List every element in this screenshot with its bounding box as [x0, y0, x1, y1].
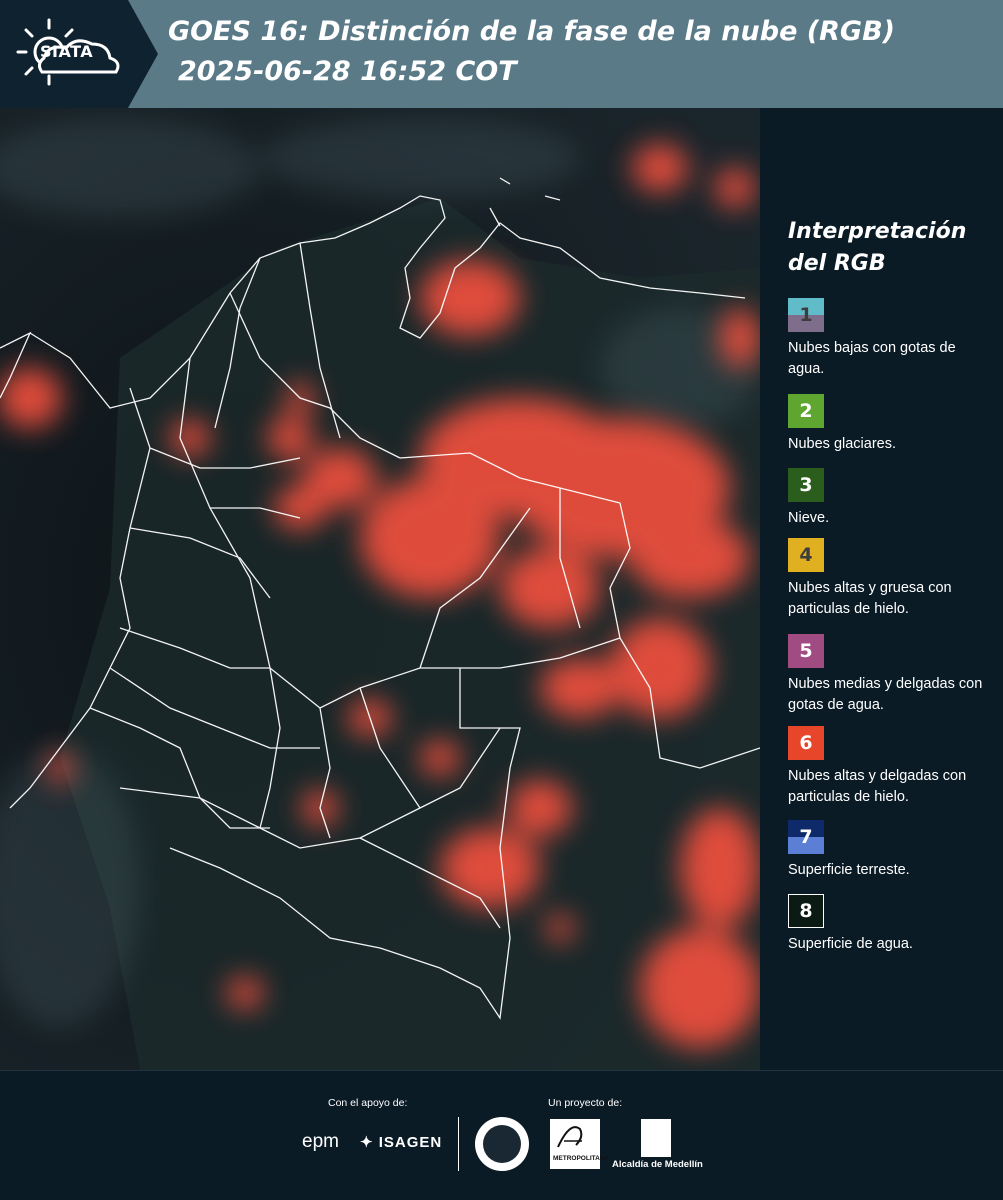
legend-title: Interpretación del RGB	[788, 216, 966, 280]
legend-label-2: Nubes glaciares.	[788, 436, 896, 452]
legend-label-3: Nieve.	[788, 510, 830, 526]
siata-logo-text: SIATA	[40, 42, 94, 61]
legend-label-8: Superficie de agua.	[788, 936, 913, 952]
support-label: Con el apoyo de:	[328, 1097, 408, 1109]
legend-number-3: 3	[799, 474, 813, 496]
legend-swatch-5: 5	[788, 634, 824, 668]
university-seal-icon	[475, 1117, 529, 1171]
satellite-image	[0, 108, 760, 1070]
area-metropolitana-text: METROPOLITANA	[553, 1155, 610, 1162]
legend-item-3: 3 Nieve.	[788, 468, 988, 529]
satellite-map	[0, 108, 760, 1070]
area-metropolitana-icon	[557, 1126, 583, 1148]
legend-swatch-8: 8	[788, 894, 824, 928]
isagen-logo-icon: ✦	[360, 1134, 379, 1151]
legend-item-1: 1 Nubes bajas con gotas de agua.	[788, 298, 988, 380]
page-timestamp: 2025-06-28 16:52 COT	[178, 56, 517, 87]
legend-label-7: Superficie terreste.	[788, 862, 910, 878]
legend-title-line2: del RGB	[788, 251, 886, 276]
isagen-logo: ✦ ISAGEN	[360, 1133, 442, 1151]
legend-item-5: 5 Nubes medias y delgadas con gotas de a…	[788, 634, 988, 716]
legend-title-line1: Interpretación	[788, 219, 967, 244]
legend-item-7: 7 Superficie terreste.	[788, 820, 988, 881]
legend-item-4: 4 Nubes altas y gruesa con particulas de…	[788, 538, 988, 620]
project-label: Un proyecto de:	[548, 1097, 623, 1109]
epm-logo: epm	[302, 1131, 339, 1152]
legend-label-4: Nubes altas y gruesa con particulas de h…	[788, 580, 952, 617]
legend-number-2: 2	[799, 400, 813, 422]
legend-swatch-6: 6	[788, 726, 824, 760]
legend-number-7: 7	[799, 826, 813, 848]
legend-swatch-2: 2	[788, 394, 824, 428]
alcaldia-shield-icon	[641, 1119, 671, 1157]
legend-label-6: Nubes altas y delgadas con particulas de…	[788, 768, 967, 805]
footer: Con el apoyo de: Un proyecto de: epm ✦ I…	[0, 1070, 1003, 1200]
legend-number-8: 8	[799, 900, 813, 922]
legend-item-6: 6 Nubes altas y delgadas con particulas …	[788, 726, 988, 808]
legend-item-2: 2 Nubes glaciares.	[788, 394, 988, 455]
legend-number-4: 4	[799, 544, 813, 566]
legend-number-6: 6	[799, 732, 813, 754]
page-title: GOES 16: Distinción de la fase de la nub…	[168, 16, 895, 47]
legend-swatch-7: 7	[788, 820, 824, 854]
legend-label-1: Nubes bajas con gotas de agua.	[788, 340, 956, 377]
legend-swatch-1: 1	[788, 298, 824, 332]
legend-swatch-3: 3	[788, 468, 824, 502]
legend-number-1: 1	[799, 304, 813, 326]
footer-divider	[458, 1117, 459, 1171]
legend-number-5: 5	[799, 640, 813, 662]
legend-panel: Interpretación del RGB 1 Nubes bajas con…	[760, 108, 1003, 1070]
legend-label-5: Nubes medias y delgadas con gotas de agu…	[788, 676, 983, 713]
isagen-logo-text: ISAGEN	[378, 1134, 443, 1151]
alcaldia-logo-text: Alcaldía de Medellín	[612, 1159, 703, 1170]
legend-item-8: 8 Superficie de agua.	[788, 894, 988, 955]
header-bar: SIATA GOES 16: Distinción de la fase de …	[0, 0, 1003, 108]
legend-swatch-4: 4	[788, 538, 824, 572]
